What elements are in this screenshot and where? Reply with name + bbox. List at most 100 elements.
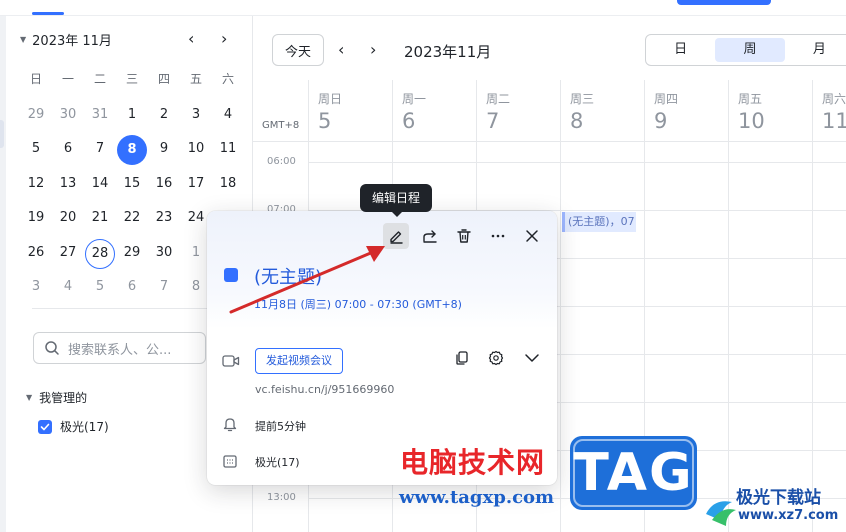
mini-day[interactable]: 29 bbox=[116, 239, 148, 267]
day-column-header[interactable]: 周五 10 bbox=[728, 80, 812, 142]
mini-day[interactable]: 3 bbox=[20, 273, 52, 301]
view-switcher: 日 周 月 bbox=[645, 34, 846, 66]
chevron-left-icon[interactable]: ‹ bbox=[188, 29, 194, 48]
delete-icon bbox=[457, 229, 471, 243]
mini-day[interactable]: 26 bbox=[20, 239, 52, 267]
contact-search-input[interactable]: 搜索联系人、公... bbox=[33, 332, 206, 364]
mini-day[interactable]: 18 bbox=[212, 170, 244, 198]
mini-day[interactable]: 9 bbox=[148, 135, 180, 163]
time-label: 06:00 bbox=[267, 156, 296, 167]
calendar-item[interactable]: 极光(17) bbox=[38, 418, 109, 435]
mini-day[interactable]: 10 bbox=[180, 135, 212, 163]
copy-button[interactable] bbox=[454, 350, 470, 370]
mini-day[interactable]: 23 bbox=[148, 204, 180, 232]
weekday-label: 六 bbox=[221, 72, 234, 86]
collapse-caret-icon[interactable]: ▼ bbox=[20, 35, 26, 44]
watermark-title: 电脑技术网 bbox=[400, 446, 546, 479]
mini-day[interactable]: 13 bbox=[52, 170, 84, 198]
day-column-header[interactable]: 周四 9 bbox=[644, 80, 728, 142]
mini-day-selected[interactable]: 28 bbox=[84, 239, 116, 269]
share-button[interactable] bbox=[417, 223, 443, 249]
gear-icon bbox=[488, 350, 504, 366]
day-number: 8 bbox=[570, 109, 584, 133]
today-marker: 8 bbox=[117, 135, 147, 165]
day-number: 9 bbox=[654, 109, 668, 133]
mini-day[interactable]: 16 bbox=[148, 170, 180, 198]
day-column-header[interactable]: 周三 8 bbox=[560, 80, 644, 142]
chevron-right-icon[interactable]: › bbox=[221, 29, 227, 48]
weekday-label: 二 bbox=[93, 72, 106, 86]
mini-day[interactable]: 30 bbox=[52, 101, 84, 129]
watermark-site-url: www.xz7.com bbox=[738, 508, 839, 523]
day-divider bbox=[560, 142, 561, 532]
mini-day[interactable]: 5 bbox=[84, 273, 116, 301]
day-number: 6 bbox=[402, 109, 416, 133]
weekday-name: 周五 bbox=[738, 92, 763, 106]
mini-day[interactable]: 15 bbox=[116, 170, 148, 198]
top-primary-button[interactable] bbox=[677, 0, 771, 5]
mini-day[interactable]: 22 bbox=[116, 204, 148, 232]
calendar-checkbox[interactable] bbox=[38, 419, 52, 434]
prev-week-icon[interactable]: ‹ bbox=[338, 40, 344, 59]
mini-day[interactable]: 6 bbox=[116, 273, 148, 301]
mini-day[interactable]: 7 bbox=[84, 135, 116, 163]
mini-day[interactable]: 14 bbox=[84, 170, 116, 198]
mini-day[interactable]: 29 bbox=[20, 101, 52, 129]
view-month-tab[interactable]: 月 bbox=[785, 35, 846, 65]
mini-day[interactable]: 17 bbox=[180, 170, 212, 198]
time-label: 13:00 bbox=[267, 492, 296, 503]
mini-day[interactable]: 31 bbox=[84, 101, 116, 129]
day-column-header[interactable]: 周六 11 bbox=[812, 80, 846, 142]
today-button[interactable]: 今天 bbox=[272, 34, 324, 66]
mini-day[interactable]: 30 bbox=[148, 239, 180, 267]
mini-day[interactable]: 12 bbox=[20, 170, 52, 198]
more-button[interactable] bbox=[485, 223, 511, 249]
mini-day[interactable]: 27 bbox=[52, 239, 84, 267]
event-chip[interactable]: (无主题)，07 bbox=[562, 212, 636, 232]
meeting-link[interactable]: vc.feishu.cn/j/951669960 bbox=[255, 383, 394, 396]
mini-day[interactable]: 11 bbox=[212, 135, 244, 163]
mini-day[interactable]: 7 bbox=[148, 273, 180, 301]
next-week-icon[interactable]: › bbox=[370, 40, 376, 59]
managed-calendars-header[interactable]: ▼ 我管理的 bbox=[26, 389, 87, 406]
mini-day[interactable]: 5 bbox=[20, 135, 52, 163]
share-icon bbox=[423, 230, 437, 243]
video-icon bbox=[222, 355, 240, 367]
delete-button[interactable] bbox=[451, 223, 477, 249]
top-bar bbox=[0, 0, 846, 16]
mini-day[interactable]: 19 bbox=[20, 204, 52, 232]
settings-button[interactable] bbox=[488, 350, 504, 370]
mini-day[interactable]: 3 bbox=[180, 101, 212, 129]
mini-day[interactable]: 21 bbox=[84, 204, 116, 232]
view-day-tab[interactable]: 日 bbox=[646, 35, 715, 65]
mini-day[interactable]: 4 bbox=[52, 273, 84, 301]
mini-calendar-week: 12 13 14 15 16 17 18 bbox=[20, 167, 244, 201]
chevron-down-icon bbox=[525, 354, 539, 362]
day-column-header[interactable]: 周二 7 bbox=[476, 80, 560, 142]
annotation-arrow bbox=[229, 246, 385, 314]
mini-day[interactable]: 20 bbox=[52, 204, 84, 232]
mini-day[interactable]: 6 bbox=[52, 135, 84, 163]
watermark-url: www.tagxp.com bbox=[399, 487, 555, 508]
mini-day[interactable]: 1 bbox=[116, 101, 148, 129]
bell-icon bbox=[223, 418, 237, 432]
close-button[interactable] bbox=[519, 223, 545, 249]
mini-calendar-month: 2023年 11月 bbox=[32, 34, 112, 49]
start-video-meeting-button[interactable]: 发起视频会议 bbox=[255, 348, 343, 374]
mini-day-today[interactable]: 8 bbox=[116, 135, 148, 165]
day-column-header[interactable]: 周日 5 bbox=[308, 80, 392, 142]
copy-icon bbox=[456, 351, 468, 365]
search-icon bbox=[45, 341, 59, 355]
mini-day[interactable]: 2 bbox=[148, 101, 180, 129]
expand-button[interactable] bbox=[524, 350, 540, 370]
mini-calendar-header[interactable]: ▼ 2023年 11月 bbox=[20, 30, 112, 49]
mini-calendar-weekdays: 日 一 二 三 四 五 六 bbox=[20, 70, 244, 87]
watermark-site-name: 极光下载站 bbox=[736, 488, 821, 508]
day-column-header[interactable]: 周一 6 bbox=[392, 80, 476, 142]
day-number: 5 bbox=[318, 109, 332, 133]
mini-day[interactable]: 4 bbox=[212, 101, 244, 129]
search-placeholder: 搜索联系人、公... bbox=[68, 342, 172, 358]
view-week-tab[interactable]: 周 bbox=[715, 38, 785, 62]
day-number: 11 bbox=[822, 109, 846, 133]
collapse-caret-icon[interactable]: ▼ bbox=[26, 393, 32, 402]
